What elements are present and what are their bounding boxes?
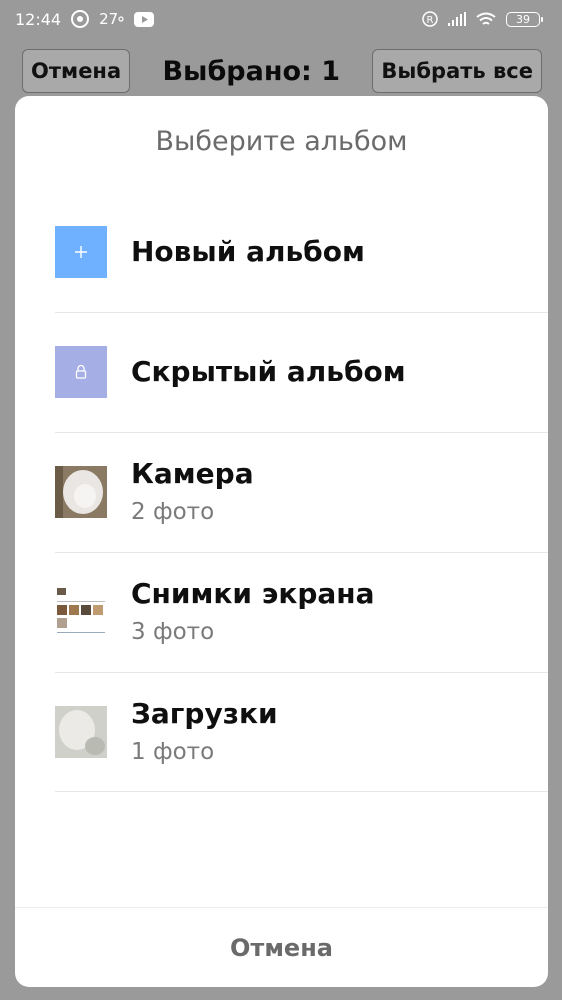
camera-album-thumbnail <box>55 466 107 518</box>
status-time: 12:44 <box>15 9 62 29</box>
selection-count-title: Выбрано: 1 <box>162 55 341 87</box>
album-text: Скрытый альбом <box>131 354 406 390</box>
wifi-icon <box>476 12 496 27</box>
hidden-album-thumbnail <box>55 346 107 398</box>
album-item-camera[interactable]: Камера 2 фото <box>15 432 548 552</box>
album-count: 3 фото <box>131 619 215 645</box>
new-album-thumbnail <box>55 226 107 278</box>
dialog-footer: Отмена <box>15 907 548 987</box>
temperature-value: 27 <box>99 10 119 28</box>
toolbar-cancel-button[interactable]: Отмена <box>22 49 131 93</box>
degree-icon <box>118 16 124 22</box>
screenshots-album-thumbnail <box>55 586 107 638</box>
selection-toolbar: Отмена Выбрано: 1 Выбрать все <box>0 38 562 104</box>
album-item-hidden[interactable]: Скрытый альбом <box>15 312 548 432</box>
album-text: Новый альбом <box>131 234 365 270</box>
battery-level: 39 <box>516 12 530 26</box>
chrome-icon <box>71 10 90 28</box>
svg-text:R: R <box>427 15 434 26</box>
album-name: Загрузки <box>131 697 278 730</box>
album-name: Снимки экрана <box>131 577 375 610</box>
album-picker-dialog: Выберите альбом Новый альбом Скрытый аль… <box>15 96 548 987</box>
album-list: Новый альбом Скрытый альбом Камера 2 фот… <box>15 192 548 792</box>
album-name: Новый альбом <box>131 235 365 268</box>
album-text: Камера 2 фото <box>131 456 254 528</box>
lock-icon <box>75 364 87 379</box>
status-bar: 12:44 27 R 39 <box>0 0 562 38</box>
weather-temperature: 27 <box>99 10 124 28</box>
album-name: Скрытый альбом <box>131 355 406 388</box>
signal-icon <box>448 12 466 26</box>
youtube-icon <box>134 11 155 27</box>
downloads-album-thumbnail <box>55 706 107 758</box>
status-left: 12:44 27 <box>15 9 155 29</box>
album-name: Камера <box>131 457 254 490</box>
album-item-screenshots[interactable]: Снимки экрана 3 фото <box>15 552 548 672</box>
dialog-cancel-button[interactable]: Отмена <box>230 934 333 962</box>
album-text: Снимки экрана 3 фото <box>131 576 375 648</box>
status-right: R 39 <box>422 11 543 27</box>
album-count: 2 фото <box>131 499 215 525</box>
album-count: 1 фото <box>131 739 215 765</box>
roaming-r-icon: R <box>422 11 438 27</box>
select-all-button[interactable]: Выбрать все <box>372 49 542 93</box>
battery-icon: 39 <box>506 11 543 27</box>
album-item-new[interactable]: Новый альбом <box>15 192 548 312</box>
plus-icon <box>75 246 87 258</box>
album-item-downloads[interactable]: Загрузки 1 фото <box>15 672 548 792</box>
dialog-title: Выберите альбом <box>155 126 408 157</box>
album-text: Загрузки 1 фото <box>131 696 278 768</box>
